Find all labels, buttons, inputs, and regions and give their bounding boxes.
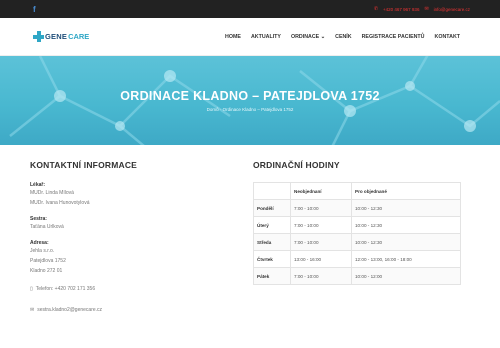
logo-care: CARE: [68, 32, 90, 41]
hours-heading: ORDINAČNÍ HODINY: [253, 160, 340, 170]
contact-section: KONTAKTNÍ INFORMACE Lékař: MUDr. Linda M…: [30, 145, 250, 313]
cross-icon: [33, 31, 44, 42]
phone-icon: ✆: [373, 6, 379, 12]
time-cell: 10:00 - 12:30: [351, 233, 461, 251]
address-line: Patejdlova 1752: [30, 258, 66, 264]
contact-heading: KONTAKTNÍ INFORMACE: [30, 160, 138, 170]
day-cell: Čtvrtek: [253, 250, 291, 268]
main-content: KONTAKTNÍ INFORMACE Lékař: MUDr. Linda M…: [0, 145, 500, 313]
contact-email[interactable]: sestra.kladno2@genecare.cz: [37, 307, 102, 313]
menu-aktuality[interactable]: AKTUALITY: [251, 34, 281, 40]
table-row: Úterý 7:00 - 10:00 10:00 - 12:30: [253, 216, 461, 234]
top-bar: f ✆ +420 467 967 936 ✉ info@genecare.cz: [0, 0, 500, 18]
address-line: Kladno 272 01: [30, 268, 63, 274]
time-cell: 7:00 - 10:00: [290, 267, 352, 285]
menu-home[interactable]: HOME: [225, 34, 241, 40]
day-cell: Pátek: [253, 267, 291, 285]
phone-icon: ▯: [30, 286, 33, 292]
table-header-row: Neobjednaní Pro objednané: [253, 182, 461, 200]
hero-banner: ORDINACE KLADNO – PATEJDLOVA 1752 Domů ·…: [0, 56, 500, 145]
column-header: Neobjednaní: [290, 182, 352, 200]
hours-table: Neobjednaní Pro objednané Pondělí 7:00 -…: [253, 182, 461, 285]
time-cell: 7:00 - 10:00: [290, 233, 352, 251]
nurse-group: Sestra: Taťána Urlková: [30, 216, 250, 232]
top-phone[interactable]: +420 467 967 936: [383, 7, 419, 12]
contact-phone[interactable]: Telefon: +420 702 171 356: [36, 286, 95, 292]
main-menu: HOME AKTUALITY ORDINACE ⌄ CENÍK REGISTRA…: [225, 34, 460, 40]
menu-ordinace[interactable]: ORDINACE ⌄: [291, 34, 325, 40]
breadcrumb[interactable]: Domů · Ordinace Kladno – Patejdlova 1752: [0, 107, 500, 112]
time-cell: 10:00 - 12:30: [351, 216, 461, 234]
page-title: ORDINACE KLADNO – PATEJDLOVA 1752: [120, 89, 380, 103]
time-cell: 13:00 - 16:00: [290, 250, 352, 268]
column-header: [253, 182, 291, 200]
mail-icon: ✉: [424, 6, 429, 12]
address-line: Jehla s.r.o.: [30, 248, 55, 254]
logo[interactable]: GENE CARE: [33, 31, 89, 42]
mail-icon: ✉: [30, 307, 35, 313]
doctor-name: MUDr. Ivana Hunovotylová: [30, 200, 90, 206]
column-header: Pro objednané: [351, 182, 461, 200]
time-cell: 7:00 - 10:00: [290, 216, 352, 234]
time-cell: 12:00 - 13:00, 16:00 - 18:00: [351, 250, 461, 268]
facebook-icon[interactable]: f: [33, 5, 36, 14]
phone-line: ▯ Telefon: +420 702 171 356: [30, 286, 250, 292]
top-contacts: ✆ +420 467 967 936 ✉ info@genecare.cz: [374, 6, 470, 12]
day-cell: Pondělí: [253, 199, 291, 217]
table-row: Pátek 7:00 - 10:00 10:00 - 12:00: [253, 267, 461, 285]
menu-registrace[interactable]: REGISTRACE PACIENTŮ: [362, 34, 425, 40]
top-email[interactable]: info@genecare.cz: [434, 7, 470, 12]
doctor-group: Lékař: MUDr. Linda Mílová MUDr. Ivana Hu…: [30, 182, 250, 208]
table-row: Středa 7:00 - 10:00 10:00 - 12:30: [253, 233, 461, 251]
hours-section: ORDINAČNÍ HODINY Neobjednaní Pro objedna…: [250, 145, 464, 313]
table-row: Pondělí 7:00 - 10:00 10:00 - 12:30: [253, 199, 461, 217]
time-cell: 10:00 - 12:00: [351, 267, 461, 285]
nurse-name: Taťána Urlková: [30, 224, 64, 230]
address-group: Adresa: Jehla s.r.o. Patejdlova 1752 Kla…: [30, 240, 250, 276]
time-cell: 7:00 - 10:00: [290, 199, 352, 217]
day-cell: Středa: [253, 233, 291, 251]
menu-kontakt[interactable]: KONTAKT: [435, 34, 461, 40]
doctor-name: MUDr. Linda Mílová: [30, 190, 74, 196]
email-line: ✉ sestra.kladno2@genecare.cz: [30, 307, 250, 313]
table-row: Čtvrtek 13:00 - 16:00 12:00 - 13:00, 16:…: [253, 250, 461, 268]
logo-gene: GENE: [45, 32, 68, 41]
navbar: GENE CARE HOME AKTUALITY ORDINACE ⌄ CENÍ…: [0, 18, 500, 56]
menu-cenik[interactable]: CENÍK: [335, 34, 351, 40]
day-cell: Úterý: [253, 216, 291, 234]
time-cell: 10:00 - 12:30: [351, 199, 461, 217]
